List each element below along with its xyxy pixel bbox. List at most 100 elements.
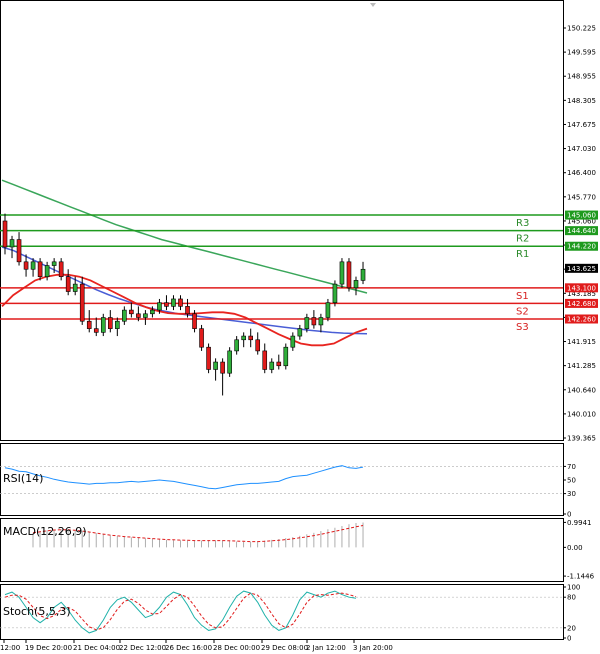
macd-tick-label: 0.9941 [567,519,592,527]
candle-body [136,313,141,318]
candle-body [129,309,134,315]
level-price-tag: 144.640 [567,227,596,235]
candle-body [58,261,64,277]
candle-body [304,317,310,329]
stoch-panel [0,584,564,640]
candle-body [346,261,352,289]
candle-body [255,339,261,352]
rsi-tick-label: 0 [567,511,571,519]
x-tick-label: 2 Jan 12:00 [306,644,346,652]
level-label-r1: R1 [516,249,529,260]
stoch-title: Stoch(5,5,3) [3,605,71,618]
candle-body [30,261,36,270]
level-label-s2: S2 [516,306,529,317]
candle-body [164,302,169,307]
candle-body [44,265,50,277]
candle-body [213,361,218,370]
candle-body [115,320,120,329]
rsi-tick-label: 70 [567,463,576,471]
level-label-s1: S1 [516,291,529,302]
x-tick-label: 22 Dec 12:00 [119,644,166,652]
candle-body [23,261,29,270]
level-label-s3: S3 [516,322,529,333]
candle-body [65,276,71,292]
candle-body [311,317,317,326]
stoch-tick-label: 80 [567,594,576,602]
stoch-tick-label: 20 [567,624,576,632]
candle-body [206,346,211,370]
x-tick-label: 21 Dec 04:00 [73,644,120,652]
x-tick-label: 19 Dec 20:00 [25,644,72,652]
candle-body [220,361,225,374]
y-tick-label: 149.595 [567,49,596,57]
candle-body [325,302,331,318]
candle-body [178,298,183,307]
candle-body [290,335,296,348]
candle-body [2,220,8,248]
y-tick-label: 141.285 [567,362,596,370]
rsi-title: RSI(14) [3,472,43,485]
macd-tick-label: 0.00 [567,544,583,552]
candle-body [234,339,239,352]
y-tick-label: 147.675 [567,121,596,129]
current-price-tag: 143.625 [567,265,596,273]
candle-body [108,317,113,329]
level-price-tag: 142.680 [567,300,596,308]
candle-body [241,335,246,341]
candle-body [283,346,289,367]
y-tick-label: 140.010 [567,410,596,418]
x-tick-label: 26 Dec 16:00 [165,644,212,652]
level-price-tag: 144.220 [567,243,596,251]
candle-body [100,317,106,333]
x-tick-label: 29 Dec 08:00 [261,644,308,652]
candle-body [318,317,324,326]
y-tick-label: 141.915 [567,338,596,346]
x-tick-label: 3 Jan 20:00 [353,644,393,652]
candle-body [37,261,43,277]
candle-body [16,239,22,263]
level-price-tag: 142.260 [567,315,596,323]
candle-body [157,302,162,311]
x-tick-label: 12:00 [0,644,20,652]
macd-title: MACD(12,26,9) [3,525,87,538]
candle-body [360,268,366,281]
candle-body [143,313,148,318]
candle-body [86,320,92,329]
level-price-tag: 145.060 [567,212,596,220]
candle-body [185,306,190,315]
rsi-tick-label: 50 [567,477,576,485]
candle-body [353,280,359,289]
y-tick-label: 139.365 [567,435,596,443]
candle-body [227,350,232,374]
rsi-tick-label: 30 [567,490,576,498]
candle-body [122,309,127,322]
level-price-tag: 143.100 [567,284,596,292]
y-tick-label: 148.955 [567,73,596,81]
level-label-r3: R3 [516,218,529,229]
candle-body [72,283,78,292]
candle-body [93,328,99,333]
y-tick-label: 147.030 [567,145,596,153]
rsi-panel [0,443,564,516]
candle-body [171,298,176,307]
y-tick-label: 148.305 [567,97,596,105]
macd-tick-label: -1.1446 [567,573,595,581]
y-tick-label: 145.770 [567,193,596,201]
candle-body [9,239,15,248]
candle-body [262,350,268,370]
trading-chart: 150.225 149.595 148.955 148.305 147.675 147.0… [0,0,598,652]
stoch-tick-label: 0 [567,635,571,643]
candle-body [150,309,155,315]
candle-body [79,283,85,322]
candle-body [297,328,303,337]
y-tick-label: 146.400 [567,169,596,177]
x-tick-label: 28 Dec 00:00 [213,644,260,652]
candle-body [51,261,57,266]
candle-body [332,283,338,303]
candle-body [276,361,282,367]
level-label-r2: R2 [516,234,529,245]
y-tick-label: 140.640 [567,386,596,394]
stoch-tick-label: 100 [567,584,580,592]
candle-body [199,328,204,348]
y-tick-label: 150.225 [567,25,596,33]
